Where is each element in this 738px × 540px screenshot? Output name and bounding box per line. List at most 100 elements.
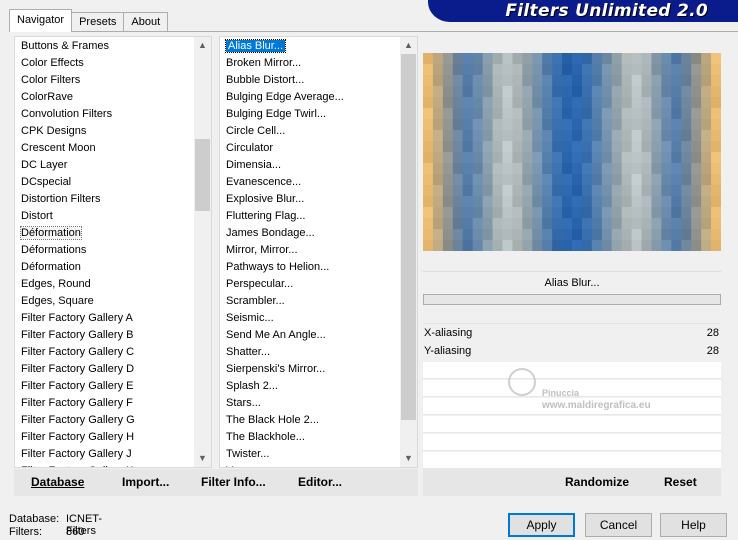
import-button[interactable]: Import... — [122, 469, 169, 496]
editor-button[interactable]: Editor... — [298, 469, 342, 496]
filter-item[interactable]: Circle Cell... — [220, 123, 285, 140]
preview-pixel — [502, 119, 513, 131]
reset-button[interactable]: Reset — [664, 469, 697, 496]
randomize-button[interactable]: Randomize — [565, 469, 629, 496]
preview-pixel — [591, 119, 603, 131]
filter-item[interactable]: Bulging Edge Twirl... — [220, 106, 326, 123]
category-item[interactable]: Filter Factory Gallery A — [15, 310, 133, 327]
apply-button[interactable]: Apply — [508, 513, 575, 537]
preview-pixel — [701, 53, 712, 65]
category-item[interactable]: Filter Factory Gallery B — [15, 327, 133, 344]
tab-navigator[interactable]: Navigator — [9, 9, 73, 32]
preview-pixel — [472, 229, 484, 241]
filter-item[interactable]: Splash 2... — [220, 378, 278, 395]
category-item[interactable]: Filter Factory Gallery G — [15, 412, 135, 429]
cancel-button[interactable]: Cancel — [585, 513, 652, 537]
filter-item[interactable]: Twister... — [220, 446, 269, 463]
scroll-thumb[interactable] — [401, 54, 416, 420]
category-item[interactable]: Déformation — [15, 225, 82, 242]
filter-item[interactable]: Vacuum... — [220, 463, 275, 467]
filter-item[interactable]: Bulging Edge Average... — [220, 89, 344, 106]
scroll-up-icon[interactable]: ▲ — [194, 37, 211, 54]
filter-item[interactable]: Sierpenski's Mirror... — [220, 361, 325, 378]
help-button[interactable]: Help — [660, 513, 727, 537]
filter-item[interactable]: Fluttering Flag... — [220, 208, 305, 225]
category-item[interactable]: CPK Designs — [15, 123, 86, 140]
preview-pixel — [611, 141, 623, 153]
param-x-aliasing[interactable]: X-aliasing 28 — [423, 325, 721, 342]
preview-pixel — [601, 141, 613, 153]
filter-list[interactable]: Alias Blur... Broken Mirror... Bubble Dist… — [219, 36, 418, 468]
filter-item[interactable]: Bubble Distort... — [220, 72, 304, 89]
filter-item[interactable]: Evanescence... — [220, 174, 301, 191]
preview-pixel — [432, 75, 444, 87]
scroll-down-icon[interactable]: ▼ — [400, 450, 417, 467]
preview-pixel — [552, 240, 563, 251]
category-item[interactable]: Filter Factory Gallery C — [15, 344, 134, 361]
filter-item[interactable]: Send Me An Angle... — [220, 327, 326, 344]
tab-about[interactable]: About — [123, 12, 169, 32]
preview-pixel — [423, 174, 434, 186]
database-button[interactable]: Database — [31, 469, 84, 496]
filter-item[interactable]: Explosive Blur... — [220, 191, 304, 208]
filter-item[interactable]: Scrambler... — [220, 293, 285, 310]
preview-pixel — [492, 86, 503, 98]
preview-pixel — [442, 152, 454, 164]
preview-pixel — [631, 207, 643, 219]
filter-item[interactable]: The Black Hole 2... — [220, 412, 319, 429]
category-item[interactable]: Filter Factory Gallery J — [15, 446, 132, 463]
tab-presets[interactable]: Presets — [71, 12, 125, 32]
param-y-aliasing[interactable]: Y-aliasing 28 — [423, 343, 721, 360]
category-item[interactable]: Buttons & Frames — [15, 38, 109, 55]
scroll-up-icon[interactable]: ▲ — [400, 37, 417, 54]
preview-pixel — [442, 86, 454, 98]
category-item[interactable]: Edges, Round — [15, 276, 91, 293]
preview-pixel — [562, 97, 573, 109]
filter-item[interactable]: Seismic... — [220, 310, 274, 327]
filter-scrollbar[interactable]: ▲ ▼ — [400, 37, 417, 467]
category-item[interactable]: DC Layer — [15, 157, 67, 174]
filter-item[interactable]: James Bondage... — [220, 225, 315, 242]
category-item[interactable]: Crescent Moon — [15, 140, 96, 157]
category-list[interactable]: Buttons & Frames Color Effects Color Filte… — [14, 36, 212, 468]
filter-item[interactable]: Perspecular... — [220, 276, 293, 293]
filter-item[interactable]: Alias Blur... — [220, 38, 287, 55]
category-item[interactable]: Filter Factory Gallery D — [15, 361, 134, 378]
preview-pixel — [641, 108, 652, 120]
category-item[interactable]: Filter Factory Gallery F — [15, 395, 133, 412]
category-item[interactable]: ColorRave — [15, 89, 73, 106]
preview-pixel — [462, 108, 474, 120]
preview-pixel — [691, 108, 702, 120]
scroll-thumb[interactable] — [195, 139, 210, 211]
category-item[interactable]: Déformation — [15, 259, 81, 276]
filter-item[interactable]: The Blackhole... — [220, 429, 305, 446]
category-item[interactable]: Convolution Filters — [15, 106, 112, 123]
filter-item[interactable]: Circulator — [220, 140, 273, 157]
filter-item[interactable]: Mirror, Mirror... — [220, 242, 298, 259]
category-item[interactable]: Distort — [15, 208, 53, 225]
category-scrollbar[interactable]: ▲ ▼ — [194, 37, 211, 467]
filter-item[interactable]: Dimensia... — [220, 157, 281, 174]
filter-item[interactable]: Pathways to Helion... — [220, 259, 329, 276]
category-item[interactable]: Color Effects — [15, 55, 84, 72]
preview-pixel — [631, 130, 643, 142]
category-item[interactable]: Edges, Square — [15, 293, 94, 310]
category-item[interactable]: DCspecial — [15, 174, 71, 191]
preview-pixel — [711, 218, 721, 230]
category-item[interactable]: Filter Factory Gallery K — [15, 463, 133, 467]
filter-item[interactable]: Stars... — [220, 395, 261, 412]
filter-item[interactable]: Broken Mirror... — [220, 55, 301, 72]
scroll-down-icon[interactable]: ▼ — [194, 450, 211, 467]
preview-pixel — [572, 207, 583, 219]
list-item-label: Edges, Square — [21, 295, 94, 307]
preview-pixel — [591, 141, 603, 153]
category-item[interactable]: Déformations — [15, 242, 86, 259]
category-item[interactable]: Filter Factory Gallery H — [15, 429, 134, 446]
preview-pixel — [621, 196, 633, 208]
preview-pixel — [502, 75, 513, 87]
category-item[interactable]: Distortion Filters — [15, 191, 100, 208]
filter-item[interactable]: Shatter... — [220, 344, 270, 361]
filter-info-button[interactable]: Filter Info... — [201, 469, 266, 496]
category-item[interactable]: Filter Factory Gallery E — [15, 378, 133, 395]
category-item[interactable]: Color Filters — [15, 72, 80, 89]
